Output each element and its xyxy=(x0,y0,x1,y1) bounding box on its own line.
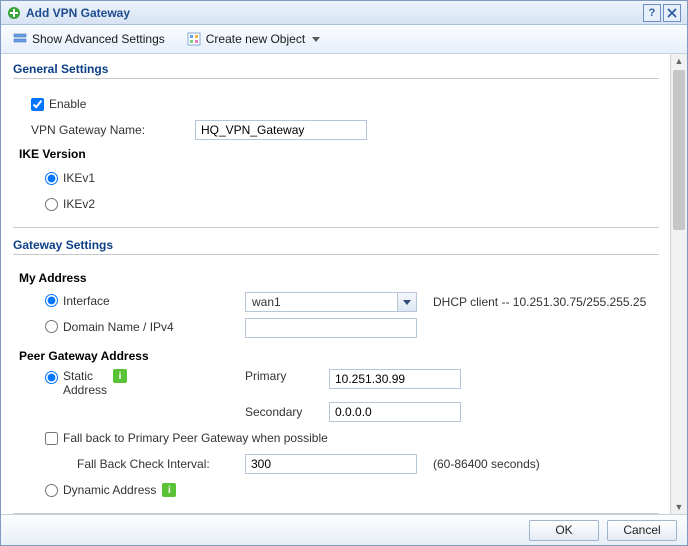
info-icon[interactable]: i xyxy=(162,483,176,497)
create-object-button[interactable]: Create new Object xyxy=(181,29,326,49)
ikev2-radio-input[interactable] xyxy=(45,198,58,211)
show-advanced-button[interactable]: Show Advanced Settings xyxy=(7,29,171,49)
dynamic-address-radio[interactable]: Dynamic Address xyxy=(45,483,156,497)
add-icon xyxy=(7,6,21,20)
interface-radio[interactable]: Interface xyxy=(45,294,110,308)
ikev1-radio-input[interactable] xyxy=(45,172,58,185)
static-address-radio[interactable]: StaticAddress xyxy=(45,369,107,397)
title-bar: Add VPN Gateway ? xyxy=(1,1,687,25)
fallback-checkbox[interactable]: Fall back to Primary Peer Gateway when p… xyxy=(45,431,328,445)
toolbar: Show Advanced Settings Create new Object xyxy=(1,25,687,54)
enable-label: Enable xyxy=(49,97,86,111)
vpn-gateway-dialog: Add VPN Gateway ? Show Advanced Settings… xyxy=(0,0,688,546)
form-scroll-area: General Settings Enable VPN Gateway Name… xyxy=(1,54,671,514)
window-title: Add VPN Gateway xyxy=(26,6,641,20)
cancel-button[interactable]: Cancel xyxy=(607,520,677,541)
ike-version-title: IKE Version xyxy=(19,147,659,161)
dynamic-address-radio-input[interactable] xyxy=(45,484,58,497)
button-bar: OK Cancel xyxy=(1,514,687,545)
info-icon[interactable]: i xyxy=(113,369,127,383)
peer-gateway-title: Peer Gateway Address xyxy=(19,349,659,363)
enable-checkbox-input[interactable] xyxy=(31,98,44,111)
primary-label: Primary xyxy=(245,369,329,383)
ikev1-label: IKEv1 xyxy=(63,171,95,185)
section-gateway: Gateway Settings My Address Interface wa… xyxy=(13,238,659,514)
close-button[interactable] xyxy=(663,4,681,22)
interface-radio-input[interactable] xyxy=(45,294,58,307)
scroll-thumb[interactable] xyxy=(673,70,685,230)
dynamic-address-label: Dynamic Address xyxy=(63,483,156,497)
dialog-body: General Settings Enable VPN Gateway Name… xyxy=(1,54,687,514)
fb-interval-input[interactable] xyxy=(245,454,417,474)
enable-checkbox[interactable]: Enable xyxy=(31,97,86,111)
interface-status-text: DHCP client -- 10.251.30.75/255.255.25 xyxy=(433,295,646,309)
scroll-up-arrow[interactable]: ▲ xyxy=(672,54,686,68)
chevron-down-icon xyxy=(403,300,411,305)
section-general: General Settings Enable VPN Gateway Name… xyxy=(13,62,659,228)
secondary-label: Secondary xyxy=(245,405,329,419)
interface-select-value: wan1 xyxy=(246,295,397,309)
interface-label: Interface xyxy=(63,294,110,308)
create-object-label: Create new Object xyxy=(206,32,305,46)
fallback-label: Fall back to Primary Peer Gateway when p… xyxy=(63,431,328,445)
interface-select[interactable]: wan1 xyxy=(245,292,417,312)
ikev2-label: IKEv2 xyxy=(63,197,95,211)
static-address-radio-input[interactable] xyxy=(45,371,58,384)
domain-radio-input[interactable] xyxy=(45,320,58,333)
vertical-scrollbar[interactable]: ▲ ▼ xyxy=(670,54,687,514)
interface-select-trigger[interactable] xyxy=(397,293,416,311)
fb-interval-label: Fall Back Check Interval: xyxy=(77,457,245,471)
ok-button[interactable]: OK xyxy=(529,520,599,541)
new-object-icon xyxy=(187,32,201,46)
scroll-down-arrow[interactable]: ▼ xyxy=(672,500,686,514)
chevron-down-icon xyxy=(312,37,320,42)
vpn-name-input[interactable] xyxy=(195,120,367,140)
ikev2-radio[interactable]: IKEv2 xyxy=(45,197,95,211)
domain-input[interactable] xyxy=(245,318,417,338)
primary-address-input[interactable] xyxy=(329,369,461,389)
ikev1-radio[interactable]: IKEv1 xyxy=(45,171,95,185)
settings-icon xyxy=(13,32,27,46)
vpn-name-label: VPN Gateway Name: xyxy=(31,123,195,137)
my-address-title: My Address xyxy=(19,271,659,285)
show-advanced-label: Show Advanced Settings xyxy=(32,32,165,46)
section-title-general: General Settings xyxy=(13,62,659,79)
fallback-checkbox-input[interactable] xyxy=(45,432,58,445)
help-button[interactable]: ? xyxy=(643,4,661,22)
section-title-gateway: Gateway Settings xyxy=(13,238,659,255)
secondary-address-input[interactable] xyxy=(329,402,461,422)
fb-interval-hint: (60-86400 seconds) xyxy=(433,457,540,471)
scroll-track[interactable] xyxy=(671,68,687,500)
domain-label: Domain Name / IPv4 xyxy=(63,320,174,334)
domain-radio[interactable]: Domain Name / IPv4 xyxy=(45,320,174,334)
